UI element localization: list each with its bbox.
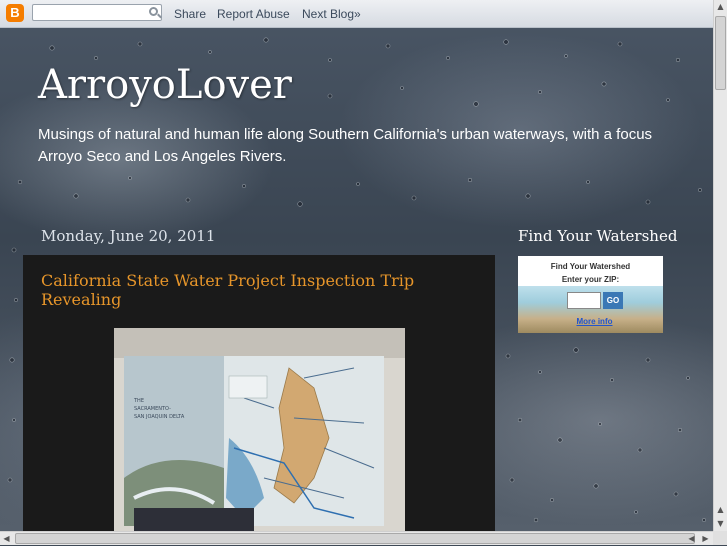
- more-info-link[interactable]: More info: [518, 317, 663, 326]
- zip-label: Enter your ZIP:: [561, 275, 620, 284]
- vertical-scrollbar[interactable]: ▲ ▲ ▼: [713, 0, 727, 531]
- post-container: California State Water Project Inspectio…: [23, 255, 495, 531]
- post-date: Monday, June 20, 2011: [41, 227, 216, 245]
- scroll-up-arrow-icon[interactable]: ▲: [714, 0, 727, 14]
- horizontal-scrollbar[interactable]: ◀ ◀ ▶: [0, 531, 713, 545]
- blogger-navbar: B Share Report Abuse Next Blog»: [0, 0, 713, 28]
- blog-description: Musings of natural and human life along …: [38, 124, 727, 168]
- map-caption-line: SACRAMENTO-: [134, 406, 171, 412]
- map-caption-line: THE: [133, 398, 144, 404]
- next-blog-link[interactable]: Next Blog»: [302, 7, 361, 21]
- share-link[interactable]: Share: [174, 7, 206, 21]
- post-title[interactable]: California State Water Project Inspectio…: [41, 271, 495, 309]
- report-abuse-link[interactable]: Report Abuse: [217, 7, 290, 21]
- search-icon[interactable]: [149, 7, 158, 16]
- scroll-right-arrow-icon[interactable]: ▶: [699, 532, 712, 546]
- search-input[interactable]: [35, 10, 143, 24]
- delta-map-photo: THE SACRAMENTO- SAN JOAQUIN DELTA: [114, 328, 405, 531]
- scroll-left-arrow-icon[interactable]: ◀: [685, 532, 698, 546]
- search-field[interactable]: [32, 4, 162, 24]
- blog-description-line: Musings of natural and human life along …: [38, 126, 653, 143]
- post-image[interactable]: THE SACRAMENTO- SAN JOAQUIN DELTA: [114, 328, 405, 531]
- watershed-widget: Find Your Watershed Enter your ZIP: GO M…: [518, 256, 663, 333]
- vertical-scroll-thumb[interactable]: [715, 16, 726, 90]
- blog-title[interactable]: ArroyoLover: [38, 62, 292, 108]
- go-button[interactable]: GO: [603, 292, 623, 309]
- blogger-logo-icon[interactable]: B: [6, 4, 24, 22]
- zip-input[interactable]: [567, 292, 601, 309]
- scroll-left-arrow-icon[interactable]: ◀: [0, 532, 13, 546]
- horizontal-scroll-thumb[interactable]: [15, 533, 695, 544]
- blog-description-line: Arroyo Seco and Los Angeles Rivers.: [38, 148, 287, 165]
- scrollbar-corner: [713, 531, 727, 545]
- widget-title: Find Your Watershed: [550, 262, 631, 271]
- map-caption-line: SAN JOAQUIN DELTA: [134, 414, 185, 420]
- sidebar-widget-heading: Find Your Watershed: [518, 227, 678, 245]
- scroll-up-arrow-icon[interactable]: ▲: [714, 503, 727, 517]
- scroll-down-arrow-icon[interactable]: ▼: [714, 517, 727, 531]
